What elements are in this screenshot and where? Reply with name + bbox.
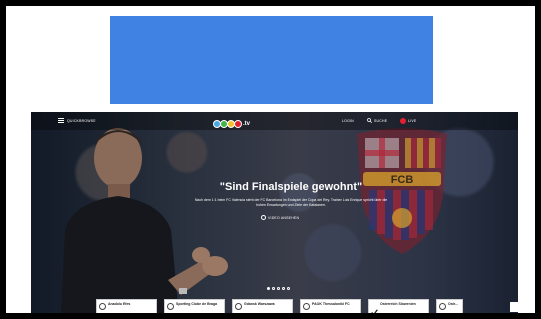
- play-icon: [261, 215, 266, 220]
- carousel-dot[interactable]: [282, 287, 285, 290]
- checkmark-icon: [371, 303, 378, 313]
- carousel-dot[interactable]: [277, 287, 280, 290]
- hamburger-icon: [58, 118, 64, 123]
- carousel-dot[interactable]: [267, 287, 270, 290]
- match-card[interactable]: Anadolu Efes: [96, 299, 157, 313]
- live-button[interactable]: LIVE: [400, 118, 416, 124]
- cards-next-button[interactable]: [510, 302, 518, 312]
- menu-label: QUICKBROWSE: [67, 118, 96, 123]
- match-title: Sporting Clube de Braga: [176, 302, 218, 306]
- login-link[interactable]: LOGIN: [342, 119, 354, 123]
- hero-subtitle-line: hohen Erwartungen und Ziele der Katalane…: [256, 203, 326, 207]
- sport-icon: [235, 303, 242, 310]
- site-logo[interactable]: .tv: [213, 118, 251, 130]
- coach-photo: [61, 128, 228, 313]
- match-title: PAOK Thessaloniki FC: [312, 302, 350, 306]
- live-dot-icon: [400, 118, 406, 124]
- hero-subtitle: Nach dem 1:1 beim FC Valencia steht der …: [151, 198, 431, 208]
- logo-ball-icon: [234, 120, 242, 128]
- match-title: Österreich Slowenien: [380, 302, 416, 306]
- sport-icon: [167, 303, 174, 310]
- match-card[interactable]: Ostr...: [436, 299, 463, 313]
- logo-text: .tv: [243, 121, 251, 127]
- watch-video-link[interactable]: VIDEO ANSEHEN: [261, 215, 299, 220]
- match-card[interactable]: PAOK Thessaloniki FC: [300, 299, 361, 313]
- carousel-dot[interactable]: [287, 287, 290, 290]
- sport-icon: [303, 303, 310, 310]
- ad-banner[interactable]: [110, 16, 433, 104]
- live-label: LIVE: [408, 119, 417, 123]
- site-navbar: QUICKBROWSE .tv LOGIN SUCHE LIVE: [31, 112, 518, 130]
- page-frame: FCB QUICKBROWSE .tv LOGIN SUCHE LIVE "Si…: [6, 6, 535, 313]
- website-screenshot: FCB QUICKBROWSE .tv LOGIN SUCHE LIVE "Si…: [31, 112, 518, 313]
- video-link-label: VIDEO ANSEHEN: [268, 215, 300, 220]
- match-title: Ostr...: [448, 302, 458, 306]
- match-title: Gdansk Warszawa: [244, 302, 275, 306]
- search-button[interactable]: SUCHE: [367, 118, 387, 123]
- sport-icon: [439, 303, 446, 310]
- search-label: SUCHE: [374, 118, 388, 123]
- quickbrowse-menu[interactable]: QUICKBROWSE: [58, 118, 96, 123]
- match-cards: Anadolu Efes Sporting Clube de Braga Gda…: [96, 299, 463, 313]
- match-card[interactable]: Gdansk Warszawa: [232, 299, 293, 313]
- sport-icon: [99, 303, 106, 310]
- carousel-dots: [267, 287, 290, 290]
- carousel-dot[interactable]: [272, 287, 275, 290]
- match-title: Anadolu Efes: [108, 302, 131, 306]
- match-card[interactable]: Sporting Clube de Braga: [164, 299, 225, 313]
- hero-headline: "Sind Finalspiele gewohnt": [219, 181, 363, 193]
- search-icon: [367, 118, 372, 123]
- match-card[interactable]: Österreich Slowenien: [368, 299, 429, 313]
